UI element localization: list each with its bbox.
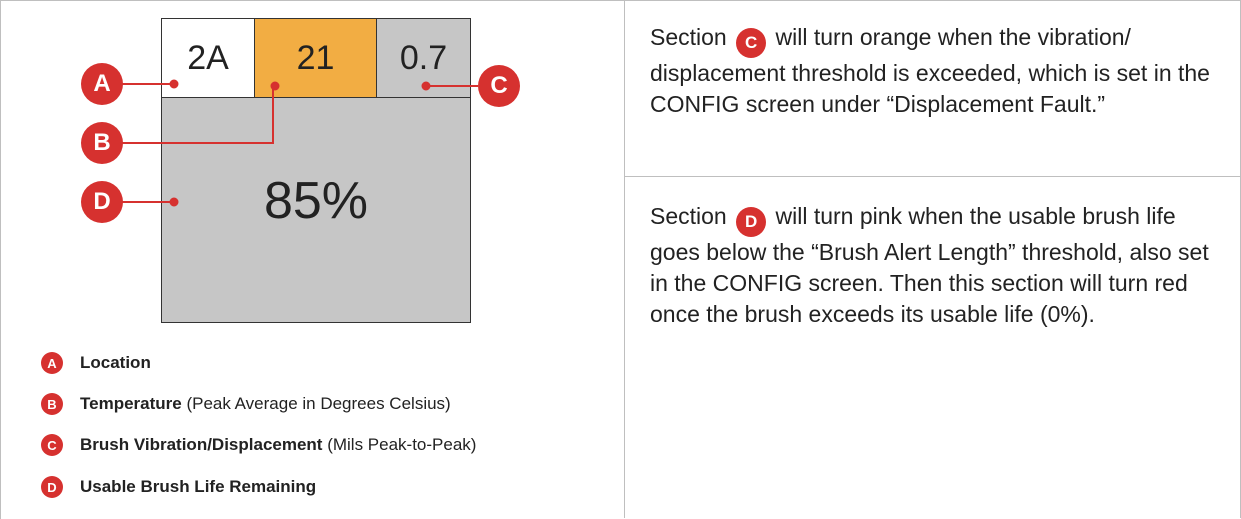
callout-badge-a: A xyxy=(81,63,123,105)
legend-title: Location xyxy=(80,353,151,372)
callout-dot-d xyxy=(169,197,179,207)
callout-dot-b xyxy=(270,81,280,91)
legend-badge-d: D xyxy=(41,476,63,498)
callout-badge-d: D xyxy=(81,181,123,223)
section-d-note: Section D will turn pink when the usable… xyxy=(650,201,1220,330)
note-text: will turn orange when the vibration/ dis… xyxy=(650,24,1210,117)
legend-note: (Mils Peak-to-Peak) xyxy=(322,435,477,454)
callout-dot-a xyxy=(169,79,179,89)
callout-lines xyxy=(122,79,478,207)
row-divider xyxy=(625,176,1241,177)
inline-badge-c: C xyxy=(736,27,767,58)
callout-dot-c xyxy=(421,81,431,91)
legend-badge-c: C xyxy=(41,434,63,456)
legend-title: Temperature xyxy=(80,394,182,413)
note-prefix: Section xyxy=(650,203,734,229)
legend-item-temperature: Temperature (Peak Average in Degrees Cel… xyxy=(80,394,451,414)
legend-item-brush-life: Usable Brush Life Remaining xyxy=(80,477,316,497)
legend-title: Usable Brush Life Remaining xyxy=(80,477,317,496)
section-c-note: Section C will turn orange when the vibr… xyxy=(650,22,1220,120)
callout-badge-c: C xyxy=(478,65,520,107)
legend-badge-b: B xyxy=(41,393,63,415)
legend-note: (Peak Average in Degrees Celsius) xyxy=(181,394,451,413)
inline-badge-d: D xyxy=(736,206,767,237)
legend-item-vibration: Brush Vibration/Displacement (Mils Peak-… xyxy=(80,435,476,455)
legend-item-location: Location xyxy=(80,353,151,373)
legend-title: Brush Vibration/Displacement xyxy=(80,435,323,454)
callout-line-b xyxy=(122,86,274,144)
callout-badge-b: B xyxy=(81,122,123,164)
legend-badge-a: A xyxy=(41,352,63,374)
note-text: will turn pink when the usable brush lif… xyxy=(650,203,1209,327)
column-divider xyxy=(624,0,625,518)
note-prefix: Section xyxy=(650,24,734,50)
